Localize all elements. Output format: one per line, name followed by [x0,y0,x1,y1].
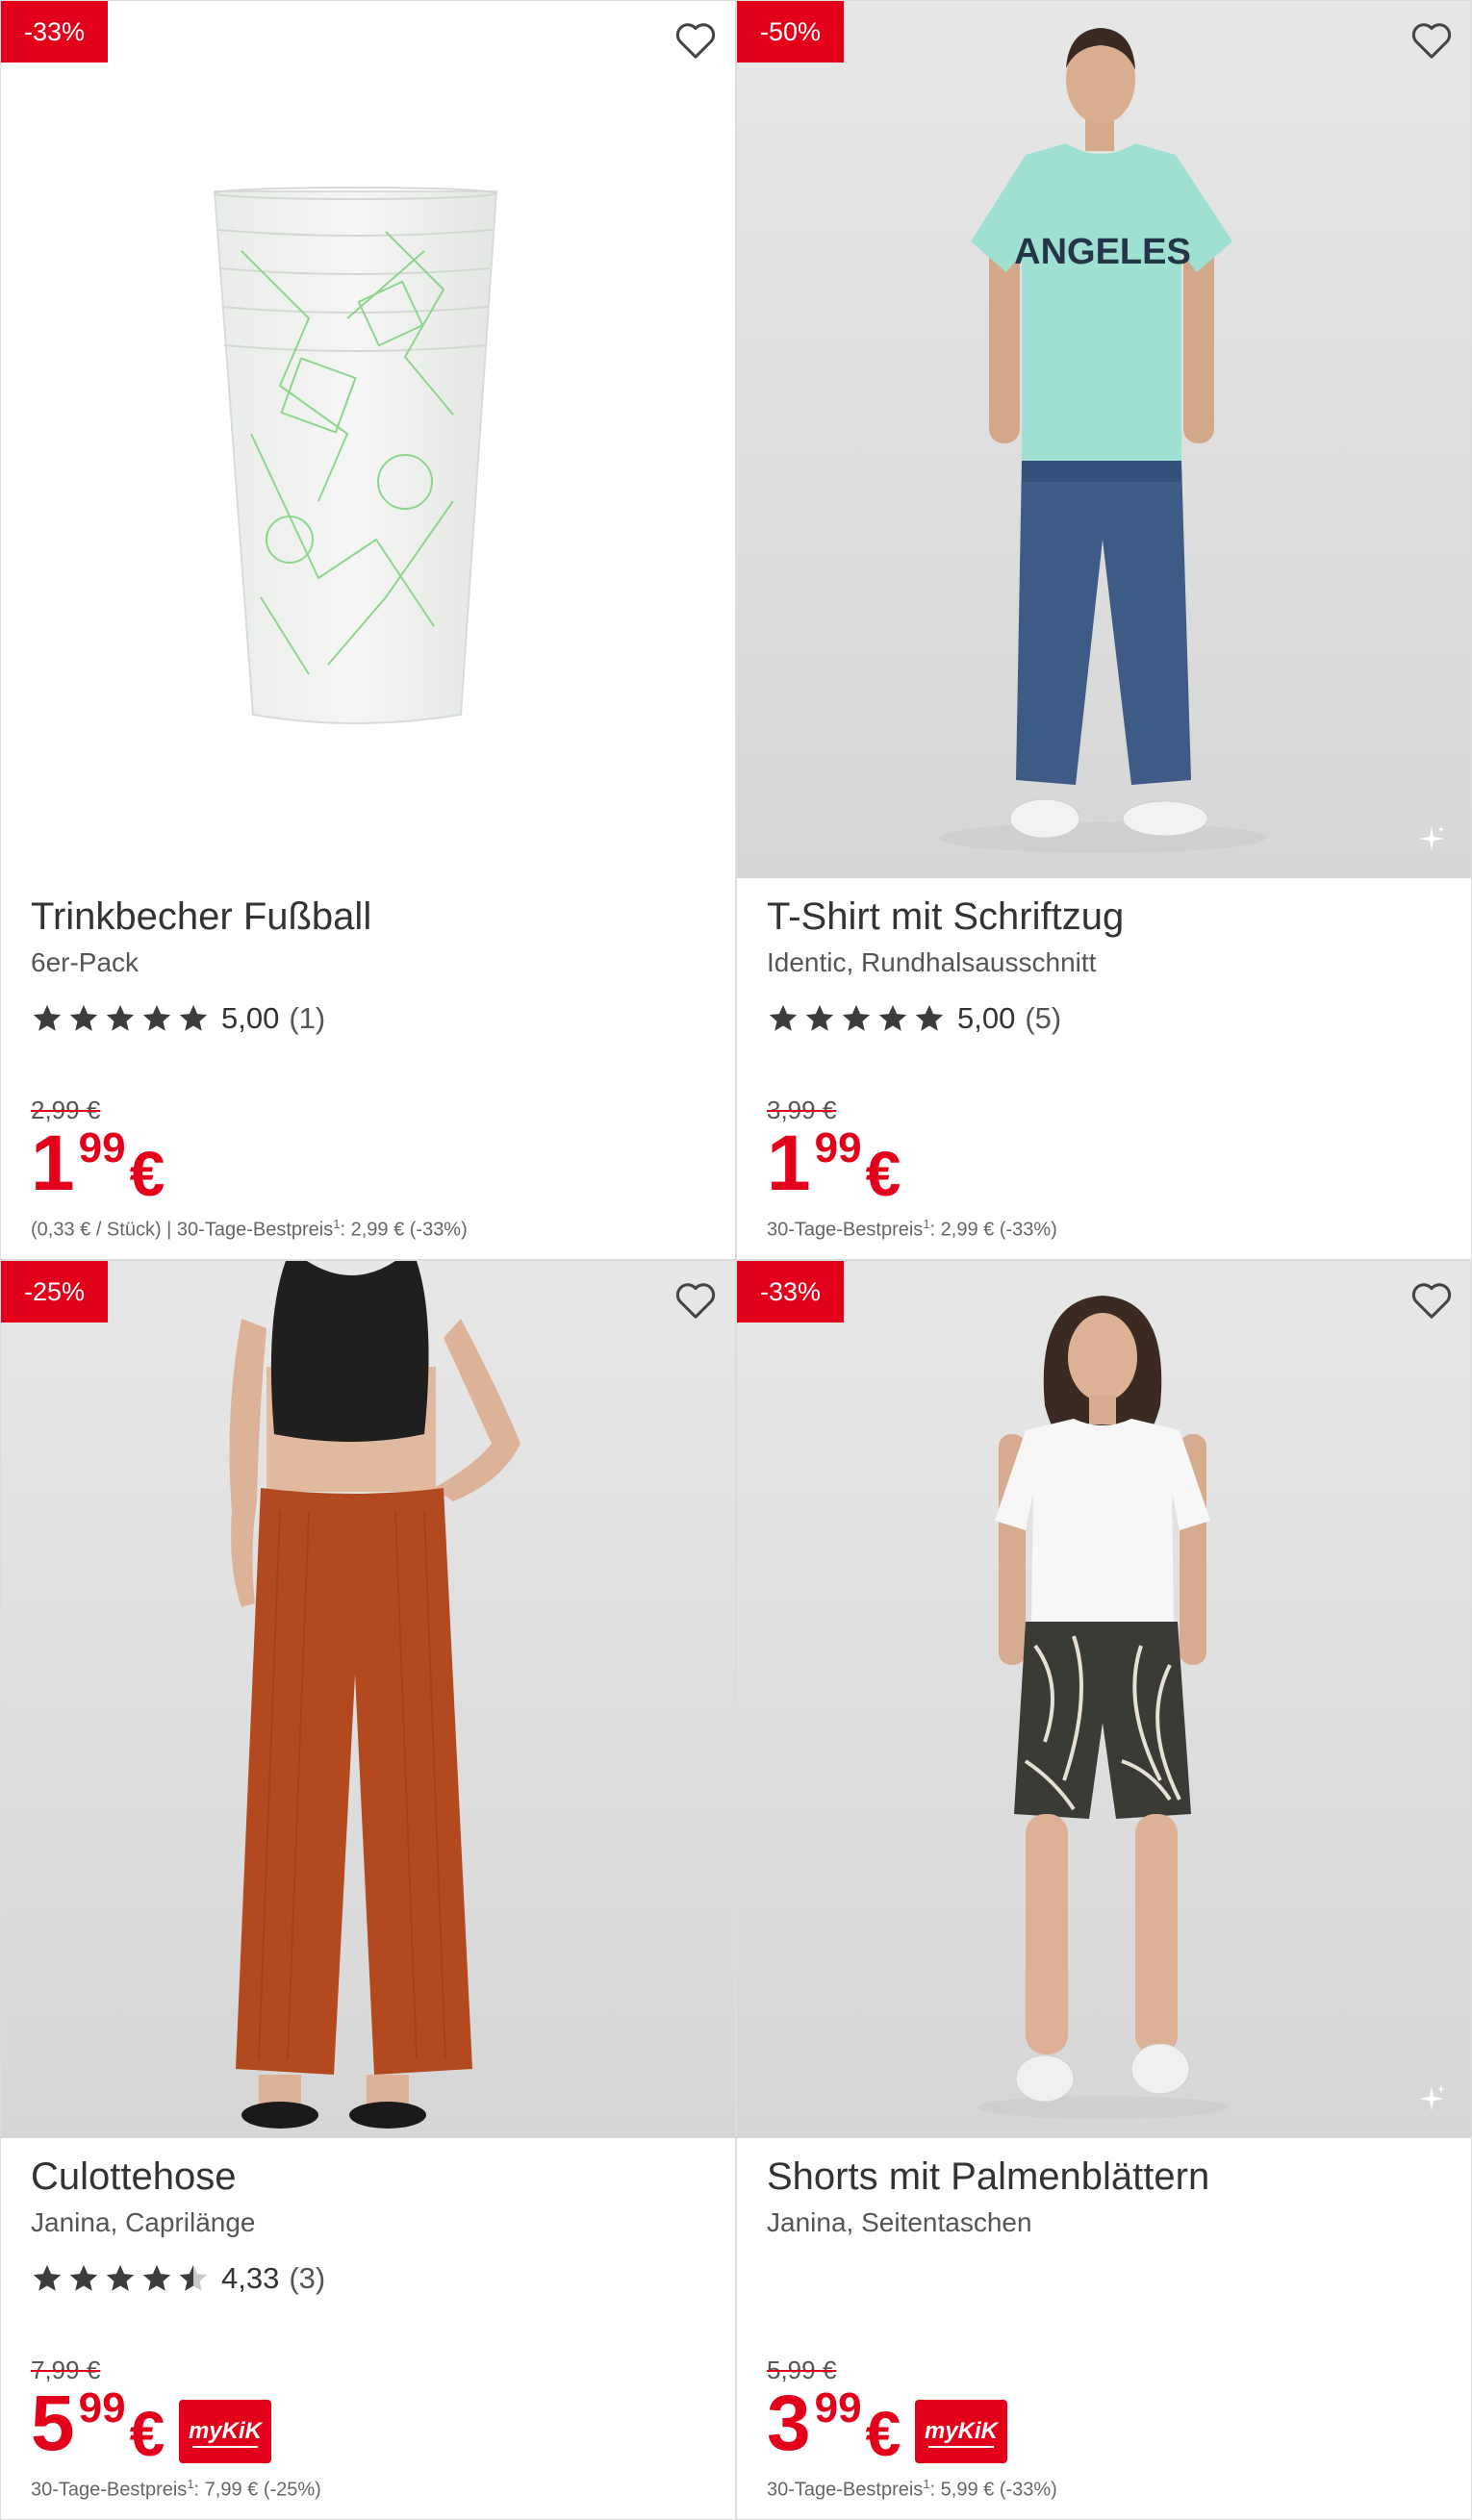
product-card[interactable]: -25% Culottehose Janina, Caprilänge 4,33… [0,1260,736,2520]
product-title[interactable]: T-Shirt mit Schriftzug [767,895,1124,939]
product-rating[interactable]: 5,00 (5) [767,999,1061,1038]
star-icon [33,2264,62,2291]
star-icon [179,1004,208,1031]
product-subtitle: Janina, Seitentaschen [767,2207,1032,2237]
star-icon [106,2264,135,2291]
rating-count: (5) [1025,1001,1062,1035]
price-cents: 99 [814,1124,862,1172]
star-icon [106,1004,135,1031]
price-cents: 99 [814,2384,862,2432]
product-card[interactable]: ANGELES -50% T-Shirt mit Schriftzug Iden… [736,0,1472,1260]
sparkle-icon [1419,824,1446,851]
product-subtitle: Janina, Caprilänge [31,2207,256,2237]
price-currency: € [865,2398,901,2469]
cups-image [213,187,498,724]
star-icon [142,1004,171,1031]
price-euros: 3 [767,2380,811,2467]
product-info: Culottehose Janina, Caprilänge 4,33 (3) … [1,2138,735,2519]
product-card[interactable]: -33% Shorts mit Palmenblättern Janina, S… [736,1260,1472,2520]
price-footnote: (0,33 € / Stück) | 30-Tage-Bestpreis1: 2… [31,1217,468,1241]
price-currency: € [129,2398,165,2469]
discount-badge: -33% [1,1,108,63]
shorts-model-image [977,1296,1228,2119]
product-image[interactable]: -33% [1,1,735,878]
product-card[interactable]: -33% Trinkbecher Fußball 6er-Pack 5,00 (… [0,0,736,1260]
rating-value: 4,33 [221,2261,280,2295]
product-grid: -33% Trinkbecher Fußball 6er-Pack 5,00 (… [0,0,1472,2520]
price-cents: 99 [78,2384,126,2432]
star-icon [842,1004,871,1031]
price-footnote: 30-Tage-Bestpreis1: 2,99 € (-33%) [767,1217,1057,1241]
price-euros: 1 [767,1120,811,1207]
wishlist-heart-icon[interactable] [673,1280,718,1321]
star-icon [69,1004,98,1031]
star-half-icon [179,2264,208,2291]
star-icon [878,1004,907,1031]
sparkle-icon [1419,2084,1446,2111]
mykik-badge[interactable]: myKiK [179,2400,271,2463]
price-euros: 1 [31,1120,75,1207]
current-price: 1 99 € [767,1120,901,1209]
discount-badge: -33% [737,1261,844,1323]
product-image[interactable]: -33% [737,1261,1471,2138]
star-icon [915,1004,944,1031]
star-icon [33,1004,62,1031]
wishlist-heart-icon[interactable] [673,20,718,61]
product-rating[interactable]: 5,00 (1) [31,999,325,1038]
price-footnote: 30-Tage-Bestpreis1: 5,99 € (-33%) [767,2477,1057,2501]
product-info: T-Shirt mit Schriftzug Identic, Rundhals… [737,878,1471,1259]
mykik-badge[interactable]: myKiK [915,2400,1007,2463]
product-title[interactable]: Culottehose [31,2155,236,2199]
current-price: 3 99 € [767,2380,901,2469]
price-currency: € [129,1138,165,1209]
culotte-model-image [229,1261,520,2129]
star-icon [805,1004,834,1031]
current-price: 5 99 € [31,2380,165,2469]
star-icon [142,2264,171,2291]
rating-value: 5,00 [221,1001,280,1035]
product-info: Shorts mit Palmenblättern Janina, Seiten… [737,2138,1471,2519]
rating-count: (1) [289,1001,326,1035]
product-info: Trinkbecher Fußball 6er-Pack 5,00 (1) 2,… [1,878,735,1259]
rating-count: (3) [289,2261,326,2295]
tshirt-model-image: ANGELES [939,28,1266,853]
product-rating[interactable]: 4,33 (3) [31,2259,325,2298]
product-subtitle: 6er-Pack [31,947,140,977]
wishlist-heart-icon[interactable] [1409,1280,1454,1321]
price-cents: 99 [78,1124,126,1172]
product-title[interactable]: Shorts mit Palmenblättern [767,2155,1209,2199]
shirt-print: ANGELES [1014,232,1191,272]
price-currency: € [865,1138,901,1209]
price-euros: 5 [31,2380,75,2467]
product-image[interactable]: -25% [1,1261,735,2138]
star-icon [769,1004,798,1031]
product-title[interactable]: Trinkbecher Fußball [31,895,371,939]
product-image[interactable]: ANGELES -50% [737,1,1471,878]
wishlist-heart-icon[interactable] [1409,20,1454,61]
discount-badge: -25% [1,1261,108,1323]
star-icon [69,2264,98,2291]
price-footnote: 30-Tage-Bestpreis1: 7,99 € (-25%) [31,2477,321,2501]
product-subtitle: Identic, Rundhalsausschnitt [767,947,1097,977]
discount-badge: -50% [737,1,844,63]
rating-value: 5,00 [957,1001,1016,1035]
current-price: 1 99 € [31,1120,165,1209]
